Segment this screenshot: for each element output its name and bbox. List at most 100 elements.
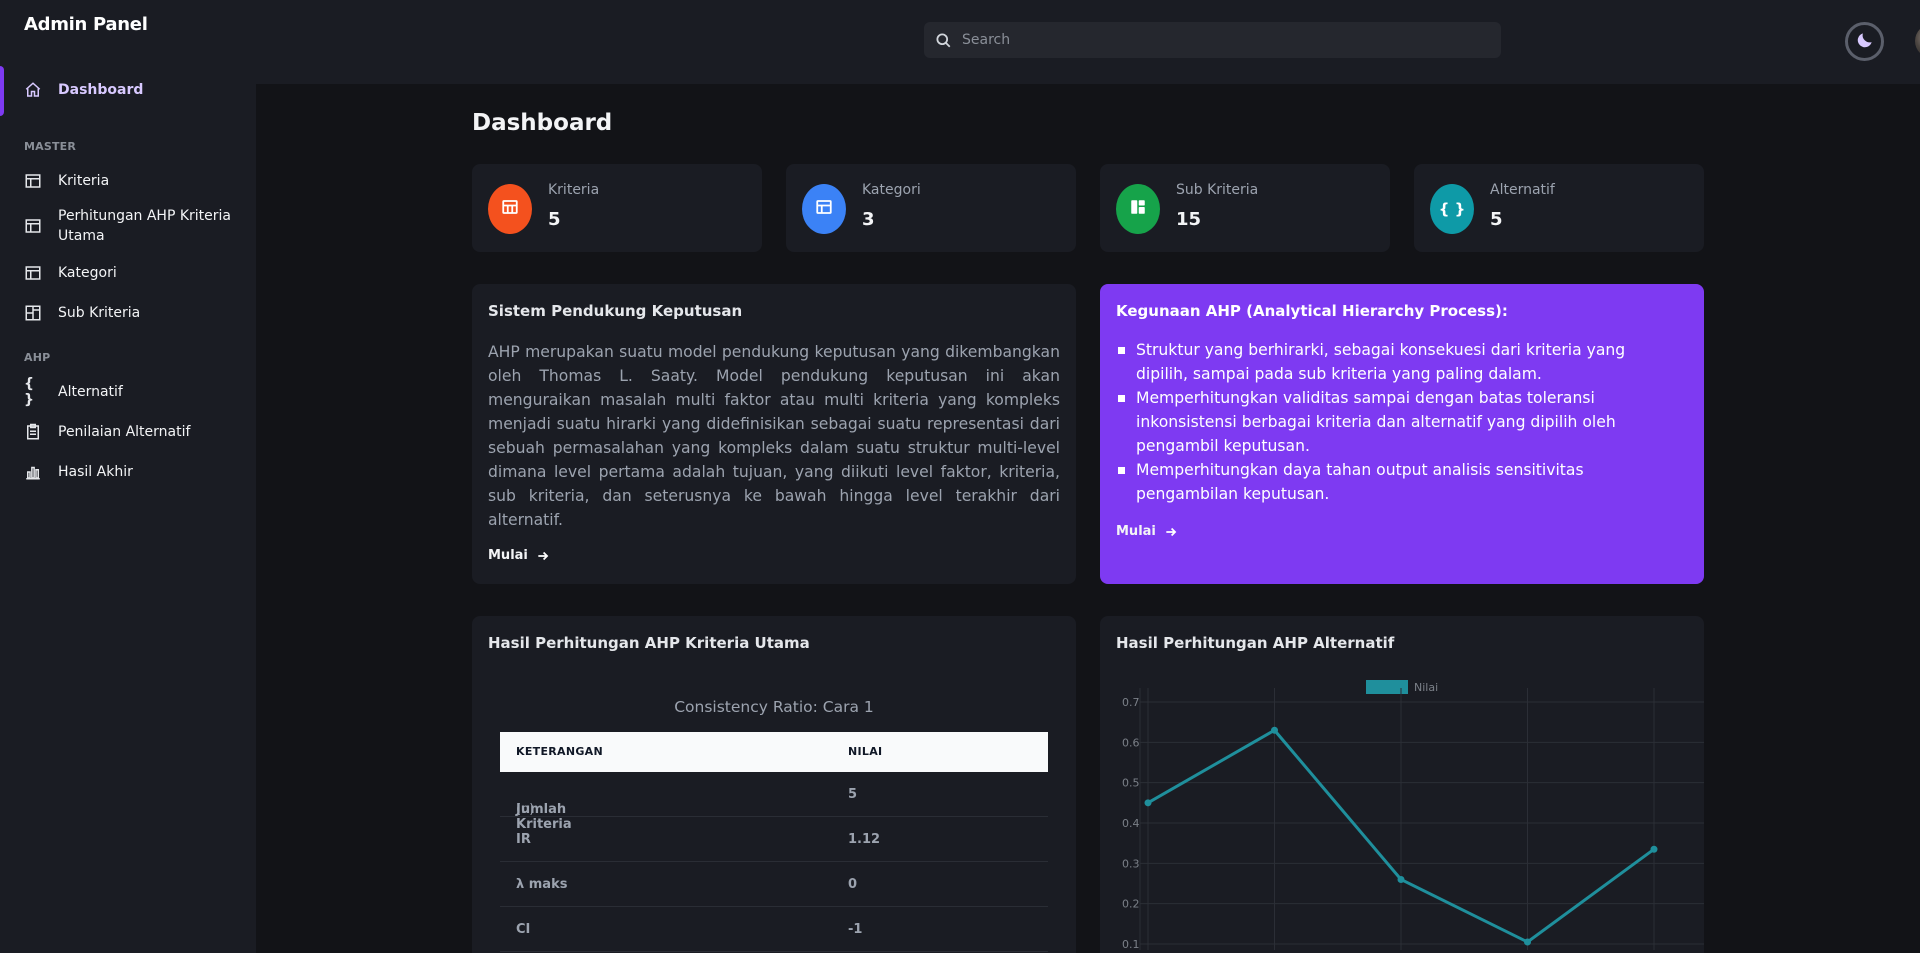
clipboard-icon — [24, 423, 42, 441]
stat-value: 15 — [1176, 209, 1202, 230]
page-title: Dashboard — [472, 110, 613, 136]
stat-label: Kategori — [862, 182, 921, 198]
y-tick-label: 0.7 — [1122, 696, 1140, 709]
grid-icon — [1129, 198, 1147, 220]
sidebar-item-sub-kriteria[interactable]: Sub Kriteria — [0, 303, 256, 323]
ahp-mulai-link[interactable]: Mulai — [1116, 524, 1178, 539]
table-row: Jumlah Kriteria (n) 5 — [500, 772, 1048, 832]
arrow-right-icon — [536, 549, 550, 563]
legend-swatch — [1366, 680, 1408, 694]
data-point — [1650, 845, 1658, 853]
data-point — [1144, 799, 1152, 807]
theme-toggle-button[interactable] — [1845, 22, 1884, 61]
home-icon — [24, 81, 42, 99]
table-row: IR 1.12 — [500, 817, 1048, 862]
link-label: Mulai — [1116, 524, 1156, 539]
sidebar-item-perhitungan[interactable]: Perhitungan AHP Kriteria Utama — [0, 206, 256, 246]
sidebar-item-kategori[interactable]: Kategori — [0, 263, 256, 283]
layout-icon — [815, 198, 833, 220]
ahp-usage-list: Struktur yang berhirarki, sebagai konsek… — [1116, 338, 1676, 506]
list-item: Struktur yang berhirarki, sebagai konsek… — [1116, 338, 1676, 386]
section-label-master: MASTER — [24, 140, 77, 153]
link-label: Mulai — [488, 548, 528, 563]
row-value: 0 — [848, 877, 858, 892]
y-tick-label: 0.4 — [1122, 817, 1140, 830]
sidebar-item-label: Alternatif — [58, 384, 123, 400]
sidebar-item-label: Kriteria — [58, 173, 110, 189]
y-tick-label: 0.1 — [1122, 938, 1140, 951]
sidebar-item-alternatif[interactable]: { } Alternatif — [0, 376, 256, 408]
table-icon — [24, 172, 42, 190]
section-label-ahp: AHP — [24, 351, 51, 364]
stat-card-sub-kriteria: Sub Kriteria 15 — [1100, 164, 1390, 252]
grid-icon — [24, 304, 42, 322]
sidebar-item-label: Perhitungan AHP Kriteria — [58, 208, 232, 224]
stat-icon-circle: { } — [1430, 184, 1474, 234]
stat-value: 5 — [1490, 209, 1503, 230]
hasil-alternatif-title: Hasil Perhitungan AHP Alternatif — [1116, 634, 1395, 652]
table-icon — [24, 217, 42, 235]
data-point — [1397, 875, 1405, 883]
brand-title[interactable]: Admin Panel — [24, 14, 148, 35]
sidebar-item-penilaian[interactable]: Penilaian Alternatif — [0, 422, 256, 442]
stat-label: Alternatif — [1490, 182, 1555, 198]
search-box[interactable]: Search — [924, 22, 1501, 58]
braces-icon: { } — [24, 376, 34, 408]
braces-icon: { } — [1438, 200, 1466, 218]
alternatif-line-chart: Nilai0.10.20.30.40.50.60.7Alternatif1Alt… — [1122, 680, 1704, 951]
data-point — [1524, 938, 1531, 946]
search-input[interactable]: Search — [962, 32, 1010, 48]
data-point — [1271, 726, 1278, 734]
sidebar-item-kriteria[interactable]: Kriteria — [0, 171, 256, 191]
sidebar-item-hasil-akhir[interactable]: Hasil Akhir — [0, 462, 256, 482]
row-label: IR — [516, 832, 531, 847]
column-header: NILAI — [848, 745, 883, 758]
spk-mulai-link[interactable]: Mulai — [488, 548, 550, 563]
spk-description: AHP merupakan suatu model pendukung kepu… — [488, 343, 1060, 529]
stat-label: Sub Kriteria — [1176, 182, 1259, 198]
sidebar-item-dashboard[interactable]: Dashboard — [0, 80, 256, 100]
hasil-kriteria-card: Hasil Perhitungan AHP Kriteria Utama Con… — [472, 616, 1076, 953]
hasil-alternatif-card: Hasil Perhitungan AHP Alternatif Nilai 0.… — [1100, 616, 1704, 953]
bar-chart-icon — [24, 463, 42, 481]
stat-icon-circle — [802, 184, 846, 234]
column-header: KETERANGAN — [516, 745, 603, 758]
stat-card-kriteria: Kriteria 5 — [472, 164, 762, 252]
spk-card: Sistem Pendukung Keputusan AHP merupakan… — [472, 284, 1076, 584]
stat-label: Kriteria — [548, 182, 600, 198]
y-tick-label: 0.2 — [1122, 898, 1140, 911]
list-item: Memperhitungkan validitas sampai dengan … — [1116, 386, 1676, 458]
row-value: -1 — [848, 922, 863, 937]
ahp-usage-card: Kegunaan AHP (Analytical Hierarchy Proce… — [1100, 284, 1704, 584]
table-row: λ maks 0 — [500, 862, 1048, 907]
row-label-suffix: (n) — [516, 802, 535, 817]
table-icon — [501, 198, 519, 220]
sidebar-item-label: Kategori — [58, 265, 117, 281]
row-value: 1.12 — [848, 832, 881, 847]
avatar[interactable] — [1915, 24, 1920, 58]
moon-icon — [1855, 30, 1875, 54]
search-icon — [934, 31, 952, 49]
sidebar-item-label: Dashboard — [58, 82, 144, 98]
sidebar-item-label: Utama — [58, 228, 105, 244]
stat-value: 3 — [862, 209, 875, 230]
sidebar-item-label: Hasil Akhir — [58, 464, 133, 480]
layout-icon — [24, 264, 42, 282]
list-item: Memperhitungkan daya tahan output analis… — [1116, 458, 1676, 506]
stat-card-alternatif: { } Alternatif 5 — [1414, 164, 1704, 252]
stat-icon-circle — [1116, 184, 1160, 234]
sidebar: Admin Panel Dashboard MASTER Kriteria Pe… — [0, 0, 256, 953]
legend-label: Nilai — [1414, 681, 1438, 694]
ahp-usage-title: Kegunaan AHP (Analytical Hierarchy Proce… — [1116, 302, 1508, 320]
sidebar-item-label: Sub Kriteria — [58, 305, 141, 321]
table-caption: Consistency Ratio: Cara 1 — [674, 698, 874, 716]
row-value: 5 — [848, 787, 858, 802]
sidebar-item-label: Penilaian Alternatif — [58, 424, 191, 440]
arrow-right-icon — [1164, 525, 1178, 539]
y-tick-label: 0.3 — [1122, 857, 1140, 870]
stat-icon-circle — [488, 184, 532, 234]
y-tick-label: 0.5 — [1122, 777, 1140, 790]
row-label: CI — [516, 922, 531, 937]
spk-title: Sistem Pendukung Keputusan — [488, 302, 743, 320]
y-tick-label: 0.6 — [1122, 736, 1140, 749]
